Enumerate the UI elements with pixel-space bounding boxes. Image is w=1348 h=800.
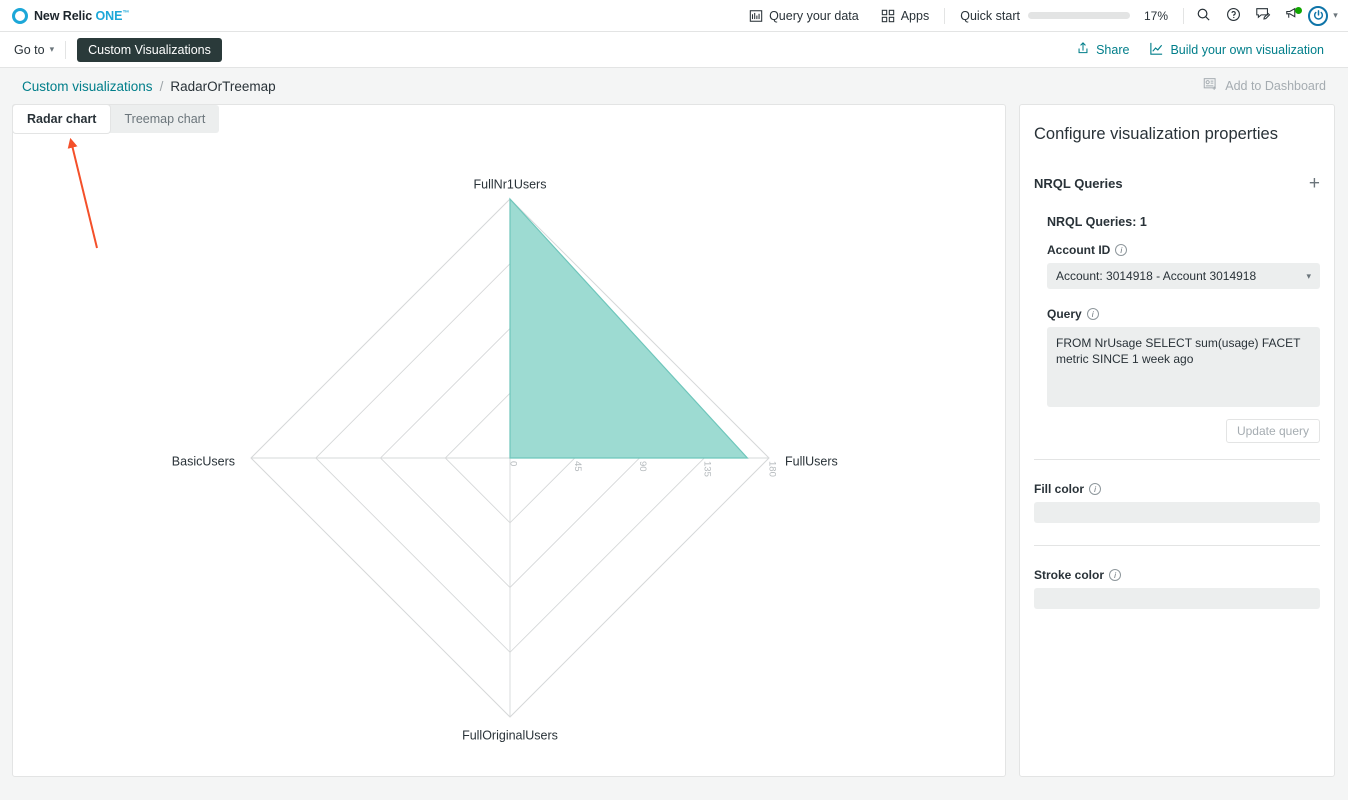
fill-color-label: Fill color [1034,482,1085,496]
nrql-queries-count-label: NRQL Queries: 1 [1047,215,1147,229]
build-your-own-visualization-label: Build your own visualization [1170,42,1324,57]
breadcrumb-separator: / [159,78,164,94]
user-account-button[interactable]: ▾ [1308,4,1338,28]
fill-color-label-row: Fill color i [1034,482,1320,496]
nrql-queries-section-label: NRQL Queries [1034,176,1123,191]
divider [1183,7,1184,24]
radar-tick-label: 45 [572,461,583,472]
share-icon [1076,41,1090,58]
stroke-color-label: Stroke color [1034,568,1105,582]
secondary-navigation-bar: Go to ▾ Custom Visualizations Share Buil… [0,32,1348,68]
nrql-query-fields: NRQL Queries: 1 Account ID i Account: 30… [1034,215,1320,443]
quick-start-progress[interactable]: Quick start 17% [949,9,1179,23]
info-icon[interactable]: i [1109,569,1122,581]
apps-label: Apps [900,8,930,23]
custom-visualizations-pill[interactable]: Custom Visualizations [77,37,222,62]
grid-icon [881,9,895,23]
radar-chart-svg: 0 45 90 135 180 FullNr1Users FullUsers FullOrig… [172,177,838,742]
brand-logo[interactable]: New Relic ONE™ [0,7,129,24]
radar-chart[interactable]: 0 45 90 135 180 FullNr1Users FullUsers FullOrig… [13,105,1005,776]
radar-axis-label: FullOriginalUsers [462,728,558,742]
query-label: Query [1047,307,1082,321]
dashboard-add-icon [1203,77,1218,95]
top-nav-actions: Query your data Apps Quick start 17% ▾ [738,4,1348,28]
account-id-select[interactable]: Account: 3014918 - Account 3014918 ▾ [1047,263,1320,289]
bar-chart-icon [749,9,763,23]
line-chart-icon [1149,41,1164,59]
breadcrumb-row: Custom visualizations / RadarOrTreemap A… [0,68,1348,104]
search-icon [1196,7,1211,25]
radar-tick-label: 0 [507,461,518,466]
brand-one-text: ONE [95,8,123,23]
question-circle-icon [1226,7,1241,25]
chevron-down-icon: ▾ [1306,270,1311,281]
apps-button[interactable]: Apps [870,9,941,23]
subbar-actions: Share Build your own visualization [1066,41,1334,59]
account-id-label-row: Account ID i [1047,243,1320,257]
nrql-queries-section-header: NRQL Queries + [1034,174,1320,193]
add-nrql-query-button[interactable]: + [1309,174,1320,193]
account-id-label: Account ID [1047,243,1111,257]
top-navigation-bar: New Relic ONE™ Query your data Apps Quic… [0,0,1348,32]
account-id-value: Account: 3014918 - Account 3014918 [1056,269,1257,283]
brand-wordmark: New Relic ONE™ [34,9,129,23]
info-icon[interactable]: i [1115,244,1128,256]
quick-start-label: Quick start [960,8,1020,23]
chevron-down-icon: ▾ [49,44,55,54]
query-your-data-label: Query your data [769,8,859,23]
breadcrumb-root-link[interactable]: Custom visualizations [22,79,153,94]
query-your-data-button[interactable]: Query your data [738,9,870,23]
panel-title: Configure visualization properties [1034,125,1278,143]
info-icon[interactable]: i [1089,483,1102,495]
new-relic-logo-icon [12,7,28,24]
query-label-row: Query i [1047,307,1320,321]
brand-tm-text: ™ [122,9,130,17]
feedback-icon [1255,6,1271,25]
chevron-down-icon: ▾ [1333,10,1338,20]
notification-badge-dot [1295,6,1302,14]
query-input[interactable] [1047,327,1320,407]
radar-axis-label: BasicUsers [172,454,235,468]
update-query-row: Update query [1047,419,1320,443]
update-query-button[interactable]: Update query [1225,419,1320,443]
user-avatar-icon [1308,5,1329,26]
build-your-own-visualization-button[interactable]: Build your own visualization [1139,41,1334,59]
brand-name-text: New Relic [34,8,96,23]
announcements-button[interactable] [1278,4,1308,28]
go-to-label: Go to [14,42,45,57]
radar-tick-label: 180 [766,461,777,477]
radar-tick-label: 135 [702,461,713,477]
fill-color-input[interactable] [1034,502,1320,523]
go-to-dropdown[interactable]: Go to ▾ [14,43,54,57]
radar-axis-label: FullNr1Users [474,177,547,191]
add-to-dashboard-label: Add to Dashboard [1225,79,1326,93]
radar-axis-label: FullUsers [785,454,838,468]
share-label: Share [1096,42,1130,57]
search-button[interactable] [1188,4,1218,28]
radar-tick-label: 90 [637,461,648,472]
chart-panel: Radar chart Treemap chart 0 45 90 135 180 Ful… [12,104,1006,777]
breadcrumb-current: RadarOrTreemap [170,78,276,94]
info-icon[interactable]: i [1086,308,1099,320]
divider [1034,545,1320,546]
divider [944,7,946,24]
help-button[interactable] [1218,4,1248,28]
stroke-color-input[interactable] [1034,588,1320,609]
add-to-dashboard-button[interactable]: Add to Dashboard [1203,77,1326,95]
quick-start-progress-bar [1027,12,1130,19]
feedback-button[interactable] [1248,4,1278,28]
quick-start-percent-label: 17% [1143,8,1168,23]
divider [1034,459,1320,460]
main-content: Radar chart Treemap chart 0 45 90 135 180 Ful… [0,104,1348,777]
share-button[interactable]: Share [1066,41,1139,58]
configure-properties-panel: Configure visualization properties NRQL … [1019,104,1335,777]
breadcrumb: Custom visualizations / RadarOrTreemap [22,79,276,94]
stroke-color-label-row: Stroke color i [1034,568,1320,582]
divider [65,40,67,59]
